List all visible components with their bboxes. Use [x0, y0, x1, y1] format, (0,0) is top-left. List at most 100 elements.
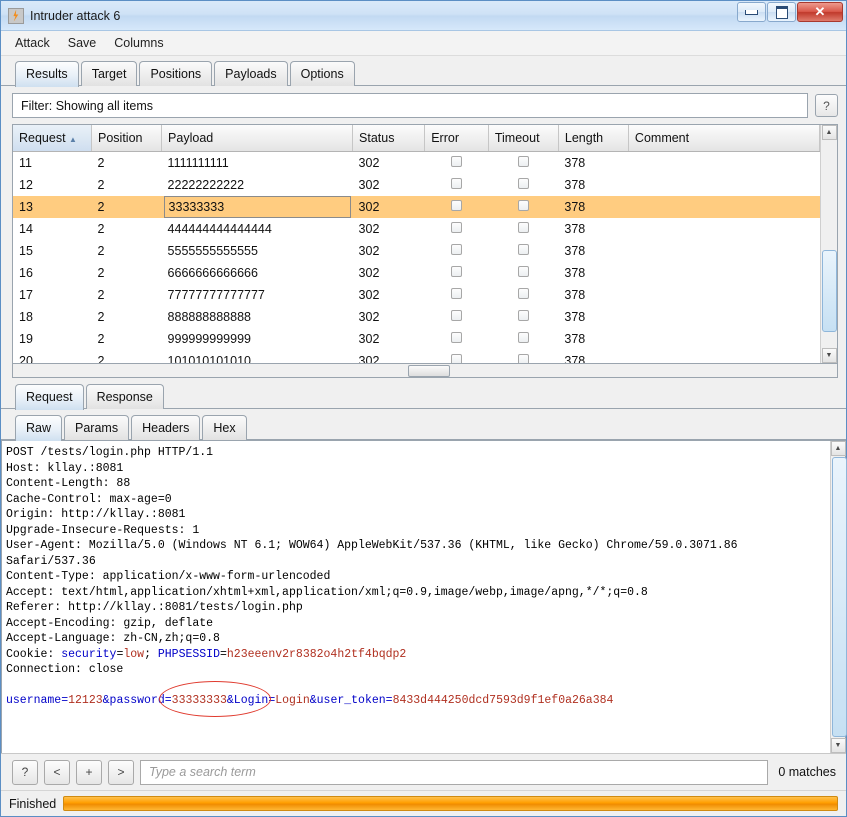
payload-edit-cell[interactable]: 33333333 — [163, 196, 351, 218]
tab-response[interactable]: Response — [85, 384, 164, 409]
menu-item-attack[interactable]: Attack — [12, 34, 53, 52]
cell-request: 20 — [19, 354, 33, 363]
tab-params[interactable]: Params — [64, 415, 130, 440]
results-scroll-thumb[interactable] — [822, 250, 837, 332]
filter-bar[interactable]: Filter: Showing all items — [12, 93, 808, 118]
cell-length: 378 — [564, 266, 586, 280]
table-row[interactable]: 19 2 999999999999 302 378 — [13, 328, 820, 350]
search-input[interactable]: Type a search term — [140, 759, 769, 785]
search-next-button[interactable]: > — [108, 759, 134, 785]
error-checkbox[interactable] — [451, 354, 463, 363]
timeout-checkbox[interactable] — [517, 310, 529, 321]
error-checkbox[interactable] — [451, 200, 463, 211]
timeout-checkbox[interactable] — [517, 332, 529, 343]
cell-timeout — [488, 328, 558, 350]
column-header-request[interactable]: Request ▲ — [13, 125, 93, 152]
table-row[interactable]: 12 2 22222222222 302 378 — [13, 174, 820, 196]
table-row[interactable]: 18 2 888888888888 302 378 — [13, 306, 820, 328]
maximize-button[interactable] — [767, 2, 796, 22]
search-add-button[interactable]: + — [76, 759, 102, 785]
timeout-checkbox[interactable] — [517, 266, 529, 277]
cell-payload[interactable]: 888888888888 — [162, 306, 353, 328]
cell-payload[interactable]: 999999999999 — [162, 328, 353, 350]
timeout-checkbox[interactable] — [517, 288, 529, 299]
burp-icon — [8, 7, 24, 24]
timeout-checkbox[interactable] — [517, 244, 529, 255]
tab-options[interactable]: Options — [289, 61, 355, 86]
menu-item-save[interactable]: Save — [65, 34, 100, 52]
timeout-checkbox[interactable] — [517, 178, 529, 189]
tab-positions[interactable]: Positions — [139, 61, 213, 86]
column-header-payload[interactable]: Payload — [161, 125, 354, 152]
request-vertical-scrollbar[interactable]: ▲ ▼ — [830, 441, 847, 753]
close-button[interactable]: ✕ — [797, 2, 843, 22]
cell-length: 378 — [564, 222, 586, 236]
tab-target[interactable]: Target — [80, 61, 138, 86]
table-row[interactable]: 13 2 33333333 302 378 — [13, 196, 820, 218]
column-header-position[interactable]: Position — [91, 125, 163, 152]
column-header-status[interactable]: Status — [352, 125, 426, 152]
cell-length: 378 — [564, 354, 586, 363]
cell-payload[interactable]: 1111111111 — [162, 152, 353, 175]
scroll-down-icon[interactable]: ▼ — [821, 348, 837, 363]
cell-timeout — [488, 152, 558, 175]
column-header-timeout[interactable]: Timeout — [488, 125, 559, 152]
tab-raw[interactable]: Raw — [15, 415, 63, 441]
request-line-4: Origin: http://kllay.:8081 — [6, 508, 186, 521]
tab-headers[interactable]: Headers — [131, 415, 201, 440]
error-checkbox[interactable] — [451, 266, 463, 277]
cell-payload[interactable]: 444444444444444 — [162, 218, 353, 240]
minimize-button[interactable] — [737, 2, 766, 22]
cell-payload[interactable]: 77777777777777 — [162, 284, 353, 306]
error-checkbox[interactable] — [451, 288, 463, 299]
table-row[interactable]: 17 2 77777777777777 302 378 — [13, 284, 820, 306]
error-checkbox[interactable] — [451, 310, 463, 321]
request-scroll-up-icon[interactable]: ▲ — [830, 441, 846, 456]
table-row[interactable]: 14 2 444444444444444 302 378 — [13, 218, 820, 240]
column-header-length[interactable]: Length — [558, 125, 629, 152]
error-checkbox[interactable] — [451, 156, 463, 167]
request-raw-text[interactable]: POST /tests/login.php HTTP/1.1 Host: klla… — [1, 441, 830, 753]
request-scroll-thumb[interactable] — [832, 457, 847, 737]
table-row[interactable]: 11 2 1111111111 302 378 — [13, 152, 820, 175]
menu-item-columns[interactable]: Columns — [111, 34, 166, 52]
column-header-comment[interactable]: Comment — [628, 125, 820, 152]
tab-request[interactable]: Request — [15, 384, 84, 410]
error-checkbox[interactable] — [451, 332, 463, 343]
table-row[interactable]: 20 2 101010101010 302 378 — [13, 350, 820, 363]
table-row[interactable]: 15 2 5555555555555 302 378 — [13, 240, 820, 262]
table-row[interactable]: 16 2 6666666666666 302 378 — [13, 262, 820, 284]
cell-payload[interactable]: 33333333 — [161, 196, 353, 218]
tab-results[interactable]: Results — [15, 61, 79, 87]
cell-payload[interactable]: 101010101010 — [162, 350, 353, 363]
timeout-checkbox[interactable] — [517, 156, 529, 167]
error-checkbox[interactable] — [451, 244, 463, 255]
results-hscroll-thumb[interactable] — [408, 365, 450, 377]
filter-help-button[interactable]: ? — [815, 94, 838, 117]
cell-comment — [628, 218, 819, 240]
tab-payloads[interactable]: Payloads — [214, 61, 288, 86]
error-checkbox[interactable] — [451, 222, 463, 233]
cell-comment — [628, 328, 819, 350]
search-help-button[interactable]: ? — [12, 759, 38, 785]
timeout-checkbox[interactable] — [517, 200, 529, 211]
cell-length: 378 — [564, 244, 586, 258]
cell-payload[interactable]: 5555555555555 — [162, 240, 353, 262]
cell-comment — [628, 350, 819, 363]
cell-request: 18 — [19, 310, 33, 324]
cell-payload[interactable]: 6666666666666 — [162, 262, 353, 284]
timeout-checkbox[interactable] — [517, 222, 529, 233]
results-vertical-scrollbar[interactable]: ▲ ▼ — [820, 125, 837, 363]
scroll-up-icon[interactable]: ▲ — [821, 125, 837, 140]
cell-status: 302 — [358, 156, 380, 170]
cell-request: 16 — [19, 266, 33, 280]
cell-timeout — [488, 284, 558, 306]
request-scroll-down-icon[interactable]: ▼ — [830, 738, 846, 753]
results-horizontal-scrollbar[interactable] — [12, 364, 838, 378]
tab-hex[interactable]: Hex — [202, 415, 247, 440]
column-header-error[interactable]: Error — [424, 125, 489, 152]
cell-payload[interactable]: 22222222222 — [162, 174, 353, 196]
timeout-checkbox[interactable] — [517, 354, 529, 363]
error-checkbox[interactable] — [451, 178, 463, 189]
search-previous-button[interactable]: < — [44, 759, 70, 785]
